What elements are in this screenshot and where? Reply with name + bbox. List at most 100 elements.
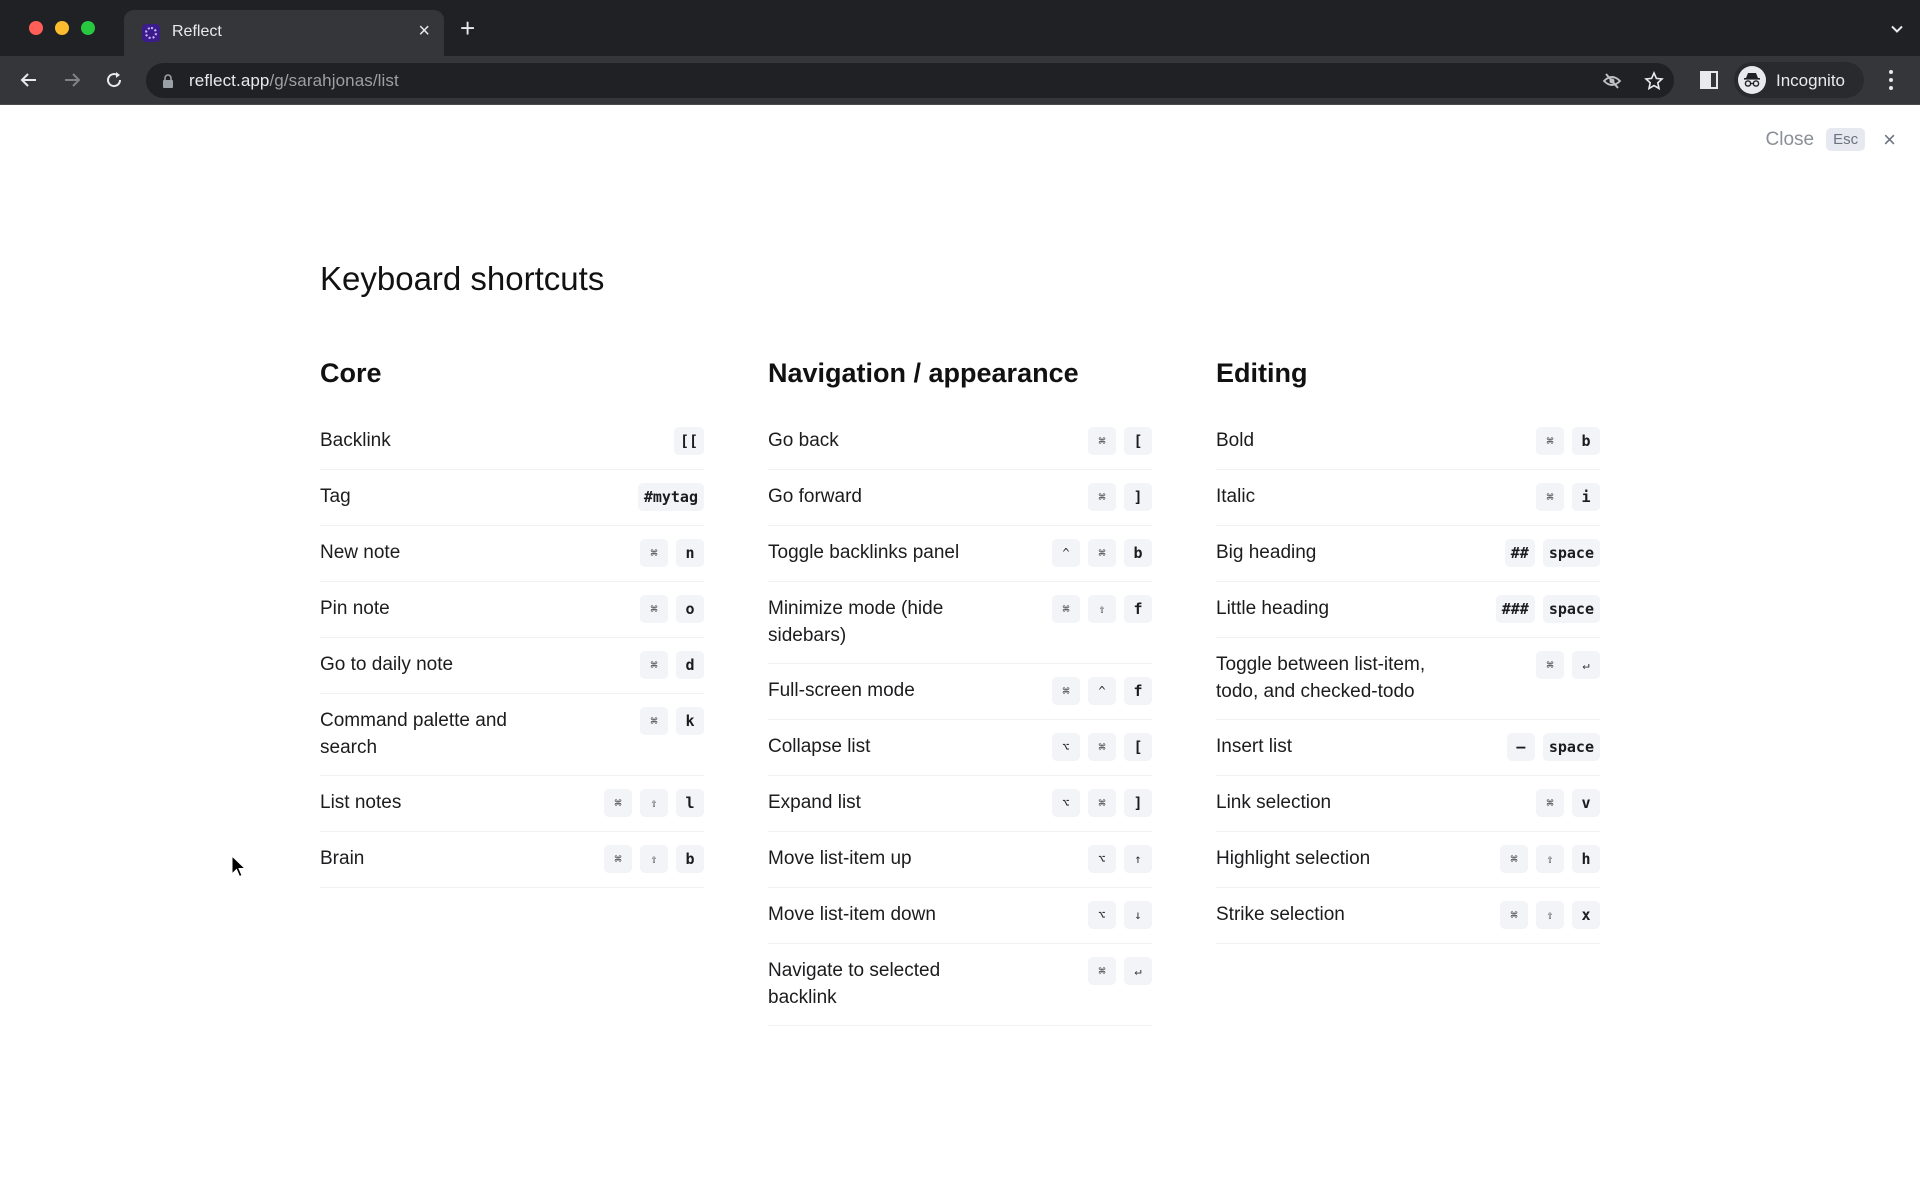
shortcut-keys: #mytag [637,483,704,511]
tab-close-icon[interactable]: × [418,20,430,42]
shortcut-label: Bold [1216,430,1255,451]
modal-close-bar: Close Esc × [1766,128,1896,151]
shortcut-row: Toggle backlinks panel ^ ⌘ b [768,526,1152,582]
address-bar[interactable]: reflect.app/g/sarahjonas/list [146,63,1674,98]
shortcut-row: Bold ⌘ b [1216,414,1600,470]
key-cap: ^ [1052,539,1080,567]
shortcut-row: Tag #mytag [320,470,704,526]
shortcut-keys: ⌘ n [640,539,704,567]
shortcut-row: Link selection ⌘ v [1216,776,1600,832]
close-button[interactable]: Close [1766,129,1815,151]
key-cap: f [1124,595,1152,623]
key-cap: ⇧ [1536,901,1564,929]
shortcut-keys: ⌘ i [1536,483,1600,511]
eye-slash-icon[interactable] [1602,71,1622,91]
key-cap: ⌘ [1088,483,1116,511]
shortcut-label: Go forward [768,486,862,507]
close-icon[interactable]: × [1883,128,1896,150]
key-cap: space [1542,595,1600,623]
shortcut-keys: ⌘ o [640,595,704,623]
shortcut-label: Link selection [1216,792,1332,813]
shortcut-columns: Core Backlink[[Tag #mytag New note ⌘ n Pin not… [320,358,1600,1026]
shortcut-keys: ⌘ ⇧ f [1052,595,1152,623]
key-cap: [[ [673,427,704,455]
shortcut-row: Highlight selection ⌘ ⇧ h [1216,832,1600,888]
shortcut-label: Minimize mode (hide sidebars) [768,598,944,646]
key-cap: ⌘ [604,845,632,873]
shortcut-keys: ⌘ ⇧ l [604,789,704,817]
section-title: Core [320,358,382,388]
shortcut-row: Move list-item up ⌥ ↑ [768,832,1152,888]
section-editing: Editing Bold ⌘ b Italic ⌘ i Big heading ## space L… [1216,358,1600,1026]
shortcut-label: Navigate to selected backlink [768,960,941,1008]
shortcut-label: Italic [1216,486,1256,507]
shortcut-keys: – space [1506,733,1600,761]
key-cap: ⌥ [1052,733,1080,761]
shortcut-keys: ⌘ b [1536,427,1600,455]
lock-icon [163,74,173,88]
browser-tab-active[interactable]: Reflect × [124,10,444,56]
shortcut-keys: ⌘ k [640,707,704,735]
key-cap: #mytag [637,483,704,511]
window-zoom-button[interactable] [81,21,95,35]
shortcut-keys: ⌥ ↓ [1088,901,1152,929]
esc-key-hint: Esc [1826,128,1866,151]
shortcut-keys: ⌥ ⌘] [1052,789,1152,817]
reload-button[interactable] [101,67,127,93]
key-cap: ⌘ [1536,427,1564,455]
shortcut-label: Full-screen mode [768,680,915,701]
key-cap: space [1542,733,1600,761]
key-cap: ⇧ [640,789,668,817]
shortcut-row: Brain ⌘ ⇧ b [320,832,704,888]
shortcut-keys: ⌘ ⇧ h [1500,845,1600,873]
key-cap: l [676,789,704,817]
shortcut-row: Italic ⌘ i [1216,470,1600,526]
key-cap: ⌘ [1500,901,1528,929]
key-cap: b [1572,427,1600,455]
shortcut-row: Insert list – space [1216,720,1600,776]
key-cap: ⌘ [1500,845,1528,873]
shortcut-label: Command palette and search [320,710,507,758]
key-cap: ⌘ [1088,733,1116,761]
key-cap: ⌘ [1536,483,1564,511]
window-minimize-button[interactable] [55,21,69,35]
key-cap: ] [1124,483,1152,511]
key-cap: f [1124,677,1152,705]
key-cap: v [1572,789,1600,817]
key-cap: ↵ [1572,651,1600,679]
key-cap: o [676,595,704,623]
shortcut-keys: ⌥ ↑ [1088,845,1152,873]
key-cap: ⌥ [1052,789,1080,817]
side-panel-icon[interactable] [1700,71,1718,89]
key-cap: ### [1495,595,1535,623]
shortcut-label: Go to daily note [320,654,454,675]
reflect-favicon-icon [142,24,160,42]
key-cap: ⌘ [1536,789,1564,817]
shortcut-label: Strike selection [1216,904,1345,925]
shortcut-row: New note ⌘ n [320,526,704,582]
key-cap: n [676,539,704,567]
shortcut-row: Navigate to selected backlink ⌘ ↵ [768,944,1152,1026]
key-cap: – [1506,733,1535,761]
shortcut-keys: ## space [1504,539,1600,567]
new-tab-button[interactable]: + [460,15,475,41]
incognito-profile-button[interactable]: Incognito [1734,62,1864,98]
shortcut-keys: ⌥ ⌘ [ [1052,733,1152,761]
forward-button[interactable] [59,67,85,93]
shortcut-row: List notes ⌘ ⇧ l [320,776,704,832]
shortcut-row: Go to daily note ⌘ d [320,638,704,694]
back-button[interactable] [16,67,42,93]
chevron-down-icon[interactable] [1890,22,1904,36]
shortcut-label: Little heading [1216,598,1330,619]
key-cap: ⌘ [1088,427,1116,455]
shortcut-row: Strike selection ⌘ ⇧ x [1216,888,1600,944]
key-cap: [ [1124,733,1152,761]
browser-titlebar: Reflect × + [0,0,1920,56]
key-cap: ^ [1088,677,1116,705]
window-close-button[interactable] [29,21,43,35]
incognito-icon [1738,66,1766,94]
key-cap: ⌘ [640,707,668,735]
shortcut-label: Collapse list [768,736,871,757]
kebab-menu-icon[interactable] [1884,68,1898,92]
star-icon[interactable] [1644,71,1664,91]
